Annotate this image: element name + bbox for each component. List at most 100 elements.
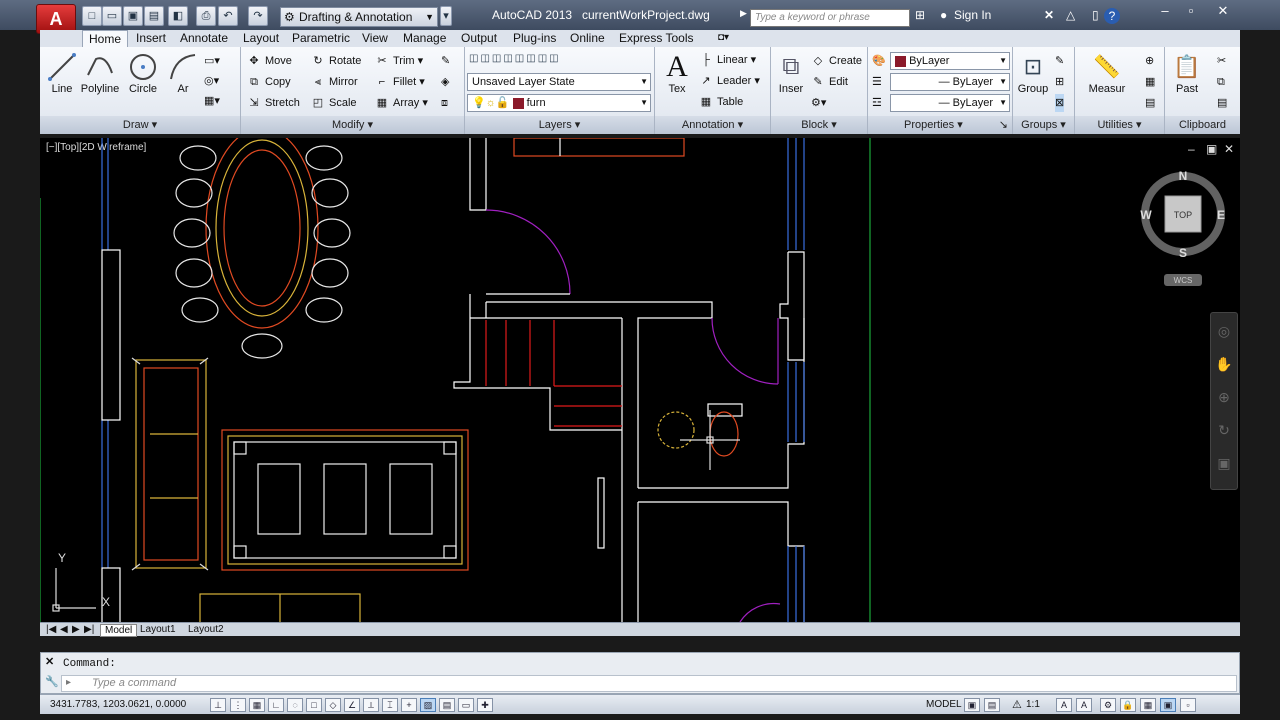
plot-icon[interactable]: ⎙ [196, 6, 216, 26]
layer-tools-icons[interactable]: ◫◫◫◫◫◫◫◫ [469, 50, 561, 68]
pan-icon[interactable]: ✋ [1211, 356, 1237, 373]
quick-select-icon[interactable]: ⊕ [1145, 52, 1154, 70]
compass-s[interactable]: S [1179, 246, 1187, 260]
cut-icon[interactable]: ✂ [1217, 52, 1226, 70]
autodesk-360-icon[interactable]: △ [1066, 8, 1075, 22]
hatch-icon[interactable]: ◎▾ [204, 72, 219, 90]
compass-e[interactable]: E [1217, 208, 1225, 222]
trim-button[interactable]: ✂ Trim ▾ [375, 52, 423, 70]
group-edit-icon[interactable]: ⊞ [1055, 73, 1064, 91]
ungroup-icon[interactable]: ✎ [1055, 52, 1064, 70]
polar-tracking-icon[interactable]: ◌ [287, 698, 303, 712]
dynamic-input-icon[interactable]: ⌶ [382, 698, 398, 712]
draw-panel-title[interactable]: Draw ▾ [40, 116, 240, 134]
tab-online[interactable]: Online [564, 30, 611, 47]
line-button[interactable]: Line [44, 51, 80, 95]
tab-insert[interactable]: Insert [130, 30, 172, 47]
tab-plug-ins[interactable]: Plug-ins [507, 30, 562, 47]
groups-panel-title[interactable]: Groups ▾ [1013, 116, 1074, 134]
dynamic-ucs-icon[interactable]: ⟂ [363, 698, 379, 712]
copy-clip-icon[interactable]: ⧉ [1217, 73, 1225, 91]
tab-view[interactable]: View [356, 30, 394, 47]
tab-manage[interactable]: Manage [397, 30, 452, 47]
attribute-icon[interactable]: ⚙▾ [811, 94, 826, 112]
color-dropdown[interactable]: ByLayer ▼ [890, 52, 1010, 70]
transparency-icon[interactable]: ▨ [420, 698, 436, 712]
offset-icon[interactable]: ⧈ [441, 94, 448, 112]
clipboard-panel-title[interactable]: Clipboard [1165, 116, 1240, 134]
lineweight-toggle-icon[interactable]: + [401, 698, 417, 712]
snap-mode-icon[interactable]: ⋮ [230, 698, 246, 712]
fillet-button[interactable]: ⌐ Fillet ▾ [375, 73, 425, 91]
zoom-icon[interactable]: ⊕ [1211, 389, 1237, 406]
edit-block-button[interactable]: ✎ Edit [811, 73, 848, 91]
orbit-icon[interactable]: ↻ [1211, 422, 1237, 439]
linetype-dropdown[interactable]: — ByLayer ▼ [890, 73, 1010, 91]
annotation-scale-icon[interactable]: ⚠ [1012, 698, 1022, 711]
layers-panel-title[interactable]: Layers ▾ [465, 116, 654, 134]
binoculars-icon[interactable]: ⊞ [915, 8, 925, 22]
move-button[interactable]: ✥ Move [247, 52, 292, 70]
modify-panel-title[interactable]: Modify ▾ [241, 116, 464, 134]
open-file-icon[interactable]: ▭ [102, 6, 122, 26]
chevron-right-icon[interactable]: ▶ [740, 8, 747, 19]
tab-output[interactable]: Output [455, 30, 503, 47]
command-input[interactable]: ▸ Type a command [61, 675, 1237, 692]
scale-button[interactable]: ◰ Scale [311, 94, 357, 112]
stretch-button[interactable]: ⇲ Stretch [247, 94, 299, 112]
utilities-panel-title[interactable]: Utilities ▾ [1075, 116, 1164, 134]
command-close-icon[interactable]: ✕ [45, 655, 54, 668]
search-input[interactable]: Type a keyword or phrase [750, 9, 910, 27]
dialog-launcher-icon[interactable]: ↘ [999, 116, 1012, 134]
explode-icon[interactable]: ◈ [441, 73, 449, 91]
mirror-button[interactable]: ⫷ Mirror [311, 73, 358, 91]
save-icon[interactable]: ▣ [123, 6, 143, 26]
workspace-dropdown[interactable]: ⚙ Drafting & Annotation ▼ [280, 7, 438, 27]
polyline-button[interactable]: Polyline [80, 51, 120, 95]
showmotion-icon[interactable]: ▣ [1211, 455, 1237, 472]
block-panel-title[interactable]: Block ▾ [771, 116, 867, 134]
viewcube[interactable]: TOP N S W E WCS [1140, 169, 1225, 286]
ribbon-minimize-icon[interactable]: ◘▾ [712, 30, 735, 47]
arc-button[interactable]: Ar [166, 51, 200, 95]
drawing-viewport[interactable]: [−][Top][2D Wireframe] – ▣ ✕ Y X TOP N S… [40, 138, 1240, 622]
close-icon[interactable]: ✕ [1208, 2, 1238, 20]
lineweight-dropdown[interactable]: — ByLayer ▼ [890, 94, 1010, 112]
paste-button[interactable]: 📋 Past [1169, 51, 1205, 95]
group-select-icon[interactable]: ⊠ [1055, 94, 1065, 112]
tab-layout1[interactable]: Layout1 [136, 624, 180, 635]
quick-properties-icon[interactable]: ▤ [439, 698, 455, 712]
tab-express-tools[interactable]: Express Tools [613, 30, 699, 47]
id-point-icon[interactable]: ▤ [1145, 94, 1155, 112]
hardware-acceleration-icon[interactable]: ▦ [1140, 698, 1156, 712]
region-icon[interactable]: ▦▾ [204, 92, 220, 110]
leader-button[interactable]: ↗ Leader ▾ [699, 72, 759, 90]
insert-block-button[interactable]: ⧉ Inser [773, 51, 809, 95]
clean-screen-icon[interactable]: ▫ [1180, 698, 1196, 712]
restore-icon[interactable]: ▫ [1178, 2, 1204, 20]
properties-panel-title[interactable]: Properties ▾ ↘ [868, 116, 1012, 134]
tab-annotate[interactable]: Annotate [174, 30, 234, 47]
grid-display-icon[interactable]: ▦ [249, 698, 265, 712]
group-button[interactable]: ⊡ Group [1015, 51, 1051, 95]
table-button[interactable]: ▦ Table [699, 93, 744, 111]
3d-osnap-icon[interactable]: ◇ [325, 698, 341, 712]
sign-in-link[interactable]: Sign In [954, 8, 991, 22]
exchange-icon[interactable]: ✕ [1044, 8, 1054, 22]
lock-ui-icon[interactable]: 🔒 [1120, 698, 1136, 712]
tab-home[interactable]: Home [82, 30, 129, 47]
calculator-icon[interactable]: ▦ [1145, 73, 1155, 91]
navigation-bar[interactable]: ◎ ✋ ⊕ ↻ ▣ [1210, 312, 1238, 490]
linear-button[interactable]: ├ Linear ▾ [699, 51, 756, 69]
annotation-visibility-icon[interactable]: A [1056, 698, 1072, 712]
model-space-toggle[interactable]: MODEL [926, 699, 962, 710]
create-block-button[interactable]: ◇ Create [811, 52, 862, 70]
measure-button[interactable]: 📏 Measur [1085, 51, 1129, 95]
match-icon[interactable]: ▤ [1217, 94, 1227, 112]
auto-scale-icon[interactable]: A [1076, 698, 1092, 712]
ortho-mode-icon[interactable]: ∟ [268, 698, 284, 712]
tab-parametric[interactable]: Parametric [286, 30, 356, 47]
redo-icon[interactable]: ↷ [248, 6, 268, 26]
last-layout-icon[interactable]: ▶| [80, 624, 98, 635]
selection-cycling-icon[interactable]: ▭ [458, 698, 474, 712]
